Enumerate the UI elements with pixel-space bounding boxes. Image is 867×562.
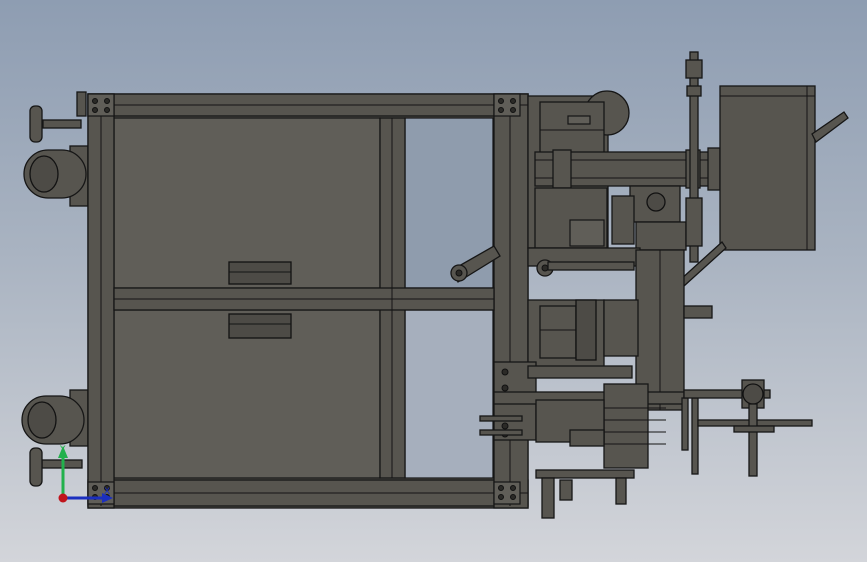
main-frame [87, 93, 529, 509]
x-axis-label: X [104, 487, 110, 497]
cad-viewport[interactable]: Y X [0, 0, 867, 562]
upper-drawer-handle [228, 261, 292, 285]
y-axis-label: Y [59, 445, 66, 455]
machine-drawing: Y X [21, 51, 849, 519]
lower-drawer-handle [228, 313, 292, 339]
origin-dot [58, 493, 68, 503]
bottom-left-caster [21, 389, 89, 487]
top-left-caster [23, 91, 89, 207]
